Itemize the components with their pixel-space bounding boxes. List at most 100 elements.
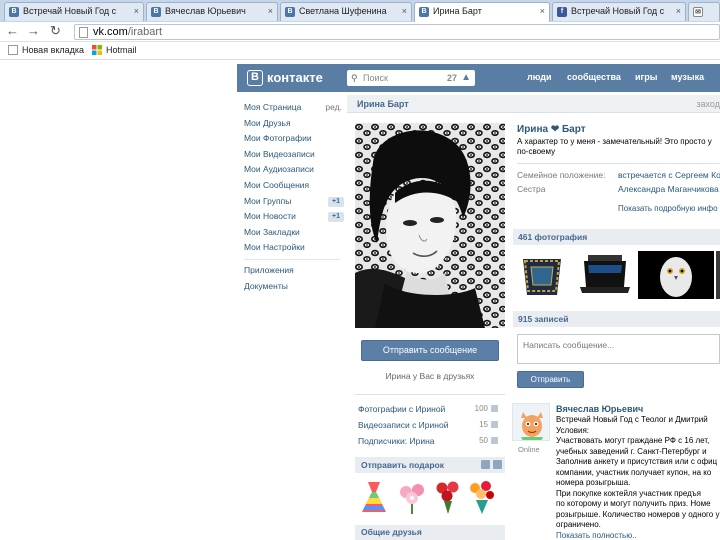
bookmark-new-tab[interactable]: Новая вкладка bbox=[8, 45, 84, 55]
sidebar-item-label: Мои Сообщения bbox=[244, 179, 310, 190]
edit-link[interactable]: ред. bbox=[325, 100, 342, 116]
photos-section-header[interactable]: 461 фотография bbox=[513, 229, 720, 245]
bookmarks-bar: Новая вкладка Hotmail bbox=[0, 42, 720, 60]
gift-icon bbox=[493, 460, 502, 469]
divider bbox=[355, 394, 505, 395]
search-input[interactable]: ⚲ Поиск 27 ▲ bbox=[347, 70, 475, 86]
sidebar-item-groups[interactable]: Мои Группы +1 bbox=[244, 194, 344, 210]
close-tab-icon[interactable]: × bbox=[676, 6, 681, 16]
page-title-bar: Ирина Барт заход bbox=[347, 95, 720, 113]
facebook-favicon-icon: f bbox=[557, 7, 567, 17]
gift-rainbow-dress[interactable] bbox=[358, 478, 390, 516]
nav-music[interactable]: музыка bbox=[671, 72, 704, 82]
vk-logo[interactable]: В контакте bbox=[247, 70, 323, 86]
sidebar-item-label: Мои Друзья bbox=[244, 117, 291, 128]
sidebar-item-photos[interactable]: Мои Фотографии bbox=[244, 131, 344, 147]
sidebar-item-apps[interactable]: Приложения bbox=[244, 263, 344, 279]
wall-section-header[interactable]: 915 записей bbox=[513, 311, 720, 327]
send-post-button[interactable]: Отправить bbox=[517, 371, 584, 388]
sister-value[interactable]: Александра Маганчикова bbox=[618, 184, 719, 194]
status-line: А характер то у меня - замечательный! Эт… bbox=[517, 137, 712, 146]
show-full-info-link[interactable]: Показать подробную инфо bbox=[618, 204, 718, 213]
subscribers-link[interactable]: Подписчики: Ирина 50 bbox=[358, 434, 498, 448]
row-count: 100 bbox=[474, 404, 488, 413]
sidebar-item-videos[interactable]: Мои Видеозаписи bbox=[244, 147, 344, 163]
page-title: Ирина Барт bbox=[357, 99, 409, 109]
sidebar-item-label: Мои Аудиозаписи bbox=[244, 164, 314, 175]
browser-tab[interactable]: В Светлана Шуфенина × bbox=[280, 2, 412, 21]
photo-thumbnail[interactable] bbox=[517, 251, 567, 299]
send-message-button[interactable]: Отправить сообщение bbox=[361, 340, 499, 361]
bookmark-hotmail[interactable]: Hotmail bbox=[92, 45, 137, 55]
count-badge: +1 bbox=[328, 212, 344, 223]
browser-tab-bar: В Встречай Новый Год с × В Вячеслав Юрье… bbox=[0, 0, 720, 22]
sidebar-item-label: Мои Закладки bbox=[244, 226, 300, 237]
gift-pink-flowers[interactable] bbox=[396, 478, 428, 516]
videos-with-link[interactable]: Видеозаписи с Ириной 15 bbox=[358, 418, 498, 432]
post-line: розыгрыше. Количество номеров у одного у… bbox=[556, 509, 720, 519]
sidebar-item-label: Документы bbox=[244, 280, 288, 291]
gift-bouquet[interactable] bbox=[466, 478, 498, 516]
sidebar-item-label: Мои Фотографии bbox=[244, 133, 312, 144]
sidebar-item-friends[interactable]: Мои Друзья bbox=[244, 116, 344, 132]
photos-with-link[interactable]: Фотографии с Ириной 100 bbox=[358, 402, 498, 416]
photo-thumbnail[interactable] bbox=[716, 251, 720, 299]
forward-arrow-icon[interactable]: → bbox=[27, 24, 40, 38]
browser-tab[interactable]: В Встречай Новый Год с × bbox=[4, 2, 144, 21]
nav-communities[interactable]: сообщества bbox=[567, 72, 621, 82]
browser-tab[interactable]: В Вячеслав Юрьевич × bbox=[146, 2, 278, 21]
common-friends-header[interactable]: Общие друзья bbox=[355, 525, 505, 540]
sidebar-item-messages[interactable]: Мои Сообщения bbox=[244, 178, 344, 194]
nav-games[interactable]: игры bbox=[635, 72, 657, 82]
relationship-label: Семейное положение: bbox=[517, 170, 606, 180]
browser-tab-active[interactable]: В Ирина Барт × bbox=[414, 2, 550, 22]
gifts-section-header[interactable]: Отправить подарок bbox=[355, 457, 505, 473]
browser-tab[interactable]: f Встречай Новый Год с × bbox=[552, 2, 686, 21]
sidebar-item-bookmarks[interactable]: Мои Закладки bbox=[244, 225, 344, 241]
mail-favicon-icon: ✉ bbox=[693, 7, 703, 17]
relationship-value[interactable]: встречается с Сергеем Ко bbox=[618, 170, 720, 180]
sidebar-item-label: Моя Страница bbox=[244, 102, 302, 112]
status-line: по-своему bbox=[517, 147, 556, 156]
count-badge: +1 bbox=[328, 196, 344, 207]
reload-icon[interactable]: ↻ bbox=[50, 24, 61, 38]
close-tab-icon[interactable]: × bbox=[540, 6, 545, 16]
tab-label: Вячеслав Юрьевич bbox=[165, 6, 246, 16]
sidebar-item-news[interactable]: Мои Новости +1 bbox=[244, 209, 344, 225]
close-tab-icon[interactable]: × bbox=[134, 6, 139, 16]
close-tab-icon[interactable]: × bbox=[268, 6, 273, 16]
sidebar-item-settings[interactable]: Мои Настройки bbox=[244, 240, 344, 256]
photo-thumbnail[interactable] bbox=[578, 251, 632, 299]
gift-red-roses[interactable] bbox=[432, 478, 464, 516]
browser-tab[interactable]: ✉ bbox=[688, 2, 720, 21]
sidebar-item-label: Мои Новости bbox=[244, 211, 296, 222]
post-line: учебных заведений г. Санкт-Петербург и bbox=[556, 446, 707, 456]
page-icon bbox=[79, 27, 88, 38]
user-icon bbox=[491, 437, 498, 444]
row-count: 50 bbox=[479, 436, 488, 445]
avatar-image bbox=[513, 404, 549, 440]
sidebar-item-documents[interactable]: Документы bbox=[244, 279, 344, 295]
sidebar-item-label: Приложения bbox=[244, 264, 294, 275]
sidebar-item-my-page[interactable]: Моя Страница ред. bbox=[244, 100, 344, 116]
friends-status: Ирина у Вас в друзьях bbox=[385, 371, 475, 381]
show-full-post-link[interactable]: Показать полностью.. bbox=[556, 531, 637, 540]
nav-people[interactable]: люди bbox=[527, 72, 552, 82]
divider bbox=[517, 163, 720, 164]
sidebar-item-audio[interactable]: Мои Аудиозаписи bbox=[244, 162, 344, 178]
tab-label: Светлана Шуфенина bbox=[299, 6, 387, 16]
bookmark-label: Hotmail bbox=[106, 45, 137, 55]
profile-avatar[interactable] bbox=[355, 123, 505, 328]
sidebar-item-label: Мои Группы bbox=[244, 195, 292, 206]
url-input[interactable]: vk.com/irabart bbox=[74, 24, 720, 40]
post-author-avatar[interactable] bbox=[512, 403, 550, 441]
profile-name: Ирина ❤ Барт bbox=[517, 124, 586, 135]
post-author-name[interactable]: Вячеслав Юрьевич bbox=[556, 404, 643, 414]
user-icon: ▲ bbox=[461, 72, 471, 83]
wall-post-input[interactable]: Написать сообщение... bbox=[517, 334, 720, 364]
close-tab-icon[interactable]: × bbox=[402, 6, 407, 16]
back-arrow-icon[interactable]: ← bbox=[6, 24, 19, 38]
photo-thumbnail[interactable] bbox=[638, 251, 714, 299]
search-count: 27 bbox=[446, 73, 457, 83]
vk-favicon-icon: В bbox=[285, 7, 295, 17]
